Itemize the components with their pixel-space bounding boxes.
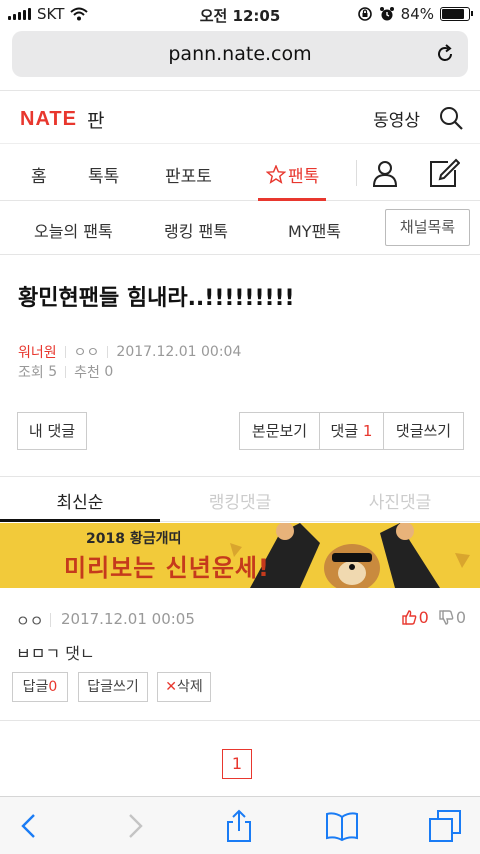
user-icon[interactable] xyxy=(371,159,399,187)
view-body-button[interactable]: 본문보기 xyxy=(240,413,320,449)
comment-date: 2017.12.01 00:05 xyxy=(61,610,195,628)
comments-button[interactable]: 댓글 1 xyxy=(320,413,384,449)
sub-nav-my[interactable]: MY팬톡 xyxy=(288,218,341,242)
promo-banner[interactable]: 2018 황금개띠 미리보는 신년운세! xyxy=(0,523,480,588)
sub-nav-ranking[interactable]: 랭킹 팬톡 xyxy=(164,218,228,242)
bookmarks-icon[interactable] xyxy=(325,809,359,843)
delete-icon: ✕ xyxy=(165,679,177,695)
post-author[interactable]: 워너원 xyxy=(18,342,57,362)
write-comment-button[interactable]: 댓글쓰기 xyxy=(384,413,463,449)
comment-body: ㅂㅁㄱ 댓ㄴ xyxy=(16,644,95,663)
meta-separator xyxy=(65,366,67,378)
nav-panphoto[interactable]: 판포토 xyxy=(165,162,212,187)
nav-home[interactable]: 홈 xyxy=(31,162,47,187)
main-nav: 홈 톡톡 판포토 팬톡 xyxy=(0,144,480,201)
dislike-count: 0 xyxy=(455,608,466,627)
recommend-label: 추천 xyxy=(74,365,100,381)
comments-label: 댓글 xyxy=(330,422,359,440)
post-meta-stats: 조회 5 추천 0 xyxy=(18,362,113,382)
comment-author: ㅇㅇ xyxy=(16,612,44,630)
section-divider xyxy=(0,720,480,721)
comment-meta-separator xyxy=(50,613,51,627)
pann-logo: 판 xyxy=(86,110,105,132)
search-icon[interactable] xyxy=(438,105,464,131)
comment-votes: 0 0 xyxy=(401,608,466,627)
post-action-group: 본문보기 댓글 1 댓글쓰기 xyxy=(239,412,464,450)
nav-divider xyxy=(356,160,357,186)
reload-icon[interactable] xyxy=(434,43,456,65)
thumbs-down-icon xyxy=(439,610,454,625)
nav-fantalk[interactable]: 팬톡 xyxy=(266,162,319,187)
battery-percent: 84% xyxy=(400,5,434,23)
comments-count: 1 xyxy=(362,422,373,440)
delete-label: 삭제 xyxy=(176,679,203,695)
tab-active-indicator xyxy=(0,519,160,522)
section-divider xyxy=(0,476,480,477)
nav-fantalk-label: 팬톡 xyxy=(288,167,320,187)
tab-ranking-comments[interactable]: 랭킹댓글 xyxy=(160,488,320,513)
star-icon xyxy=(266,165,286,184)
reply-button[interactable]: 답글0 xyxy=(12,672,68,702)
tabs-icon[interactable] xyxy=(428,809,462,843)
post-nickname: ㅇㅇ xyxy=(73,345,100,361)
back-icon[interactable] xyxy=(12,809,46,843)
reply-label: 답글 xyxy=(22,679,49,695)
sub-nav-today[interactable]: 오늘의 팬톡 xyxy=(34,218,113,242)
rotation-lock-icon xyxy=(357,7,372,21)
post-date: 2017.12.01 00:04 xyxy=(116,344,242,360)
dislike-button[interactable]: 0 xyxy=(439,608,466,627)
share-icon[interactable] xyxy=(222,809,256,843)
meta-separator xyxy=(64,346,66,358)
meta-separator xyxy=(107,346,109,358)
status-right: 84% xyxy=(357,5,473,23)
forward-icon[interactable] xyxy=(118,809,152,843)
like-count: 0 xyxy=(418,608,429,627)
like-button[interactable]: 0 xyxy=(401,608,429,627)
site-header: NATE 판 동영상 xyxy=(0,90,480,144)
sub-nav: 오늘의 팬톡 랭킹 팬톡 MY팬톡 채널목록 xyxy=(0,201,480,255)
write-reply-button[interactable]: 답글쓰기 xyxy=(78,672,148,702)
banner-main-text: 미리보는 신년운세! xyxy=(64,554,270,582)
site-logo[interactable]: NATE 판 xyxy=(20,106,104,133)
video-link[interactable]: 동영상 xyxy=(373,106,420,131)
comment-tabs: 최신순 랭킹댓글 사진댓글 xyxy=(0,478,480,522)
status-bar: SKT 오전 12:05 84% xyxy=(0,0,480,28)
channel-list-button[interactable]: 채널목록 xyxy=(385,209,470,246)
banner-year-text: 2018 황금개띠 xyxy=(86,531,182,547)
battery-icon xyxy=(440,7,473,21)
browser-toolbar xyxy=(0,796,480,854)
recommend-count: 0 xyxy=(104,364,114,380)
url-text[interactable]: pann.nate.com xyxy=(12,43,468,65)
address-bar[interactable]: pann.nate.com xyxy=(12,31,468,77)
views-count: 5 xyxy=(48,364,58,380)
post-meta-author: 워너원 ㅇㅇ 2017.12.01 00:04 xyxy=(18,342,241,362)
tab-latest[interactable]: 최신순 xyxy=(0,488,160,513)
comment-item: ㅇㅇ 2017.12.01 00:05 0 0 ㅂㅁㄱ 댓ㄴ 답글0 답글쓰기 … xyxy=(0,590,480,720)
post-title: 황민현팬들 힘내라..!!!!!!!!! xyxy=(18,286,295,311)
reply-count: 0 xyxy=(48,679,58,695)
pagination-current-page[interactable]: 1 xyxy=(222,749,252,779)
views-label: 조회 xyxy=(18,365,44,381)
thumbs-up-icon xyxy=(401,610,416,625)
alarm-icon xyxy=(379,7,394,21)
write-icon[interactable] xyxy=(428,158,460,188)
nate-logo: NATE xyxy=(20,108,77,130)
delete-button[interactable]: ✕삭제 xyxy=(157,672,211,702)
tab-photo-comments[interactable]: 사진댓글 xyxy=(320,488,480,513)
nav-toktok[interactable]: 톡톡 xyxy=(88,162,119,187)
my-comments-button[interactable]: 내 댓글 xyxy=(17,412,87,450)
